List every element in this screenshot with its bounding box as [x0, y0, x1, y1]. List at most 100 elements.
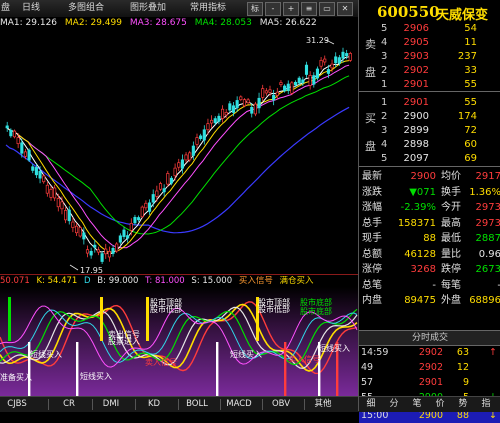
- candle-body: [261, 88, 265, 98]
- tab-cr[interactable]: CR: [52, 398, 86, 411]
- tab-trend[interactable]: 势: [453, 398, 473, 411]
- candle-body: [210, 119, 214, 124]
- ma2-label: MA2: 29.499: [64, 18, 122, 28]
- candle-body: [140, 206, 144, 218]
- tab-other[interactable]: 其他: [306, 398, 340, 411]
- stat-row: 涨停 3268 跌停 2673: [359, 262, 500, 277]
- candle-body: [217, 115, 221, 122]
- indicator-tabs: CJBS CR DMI KD BOLL MACD OBV 其他: [0, 396, 360, 412]
- tab-kd[interactable]: KD: [137, 398, 171, 411]
- level: 4: [381, 139, 388, 150]
- trade-volume: 9: [462, 377, 469, 388]
- stat-label: 总笔: [362, 279, 382, 291]
- candle-body: [155, 190, 159, 197]
- mark-button[interactable]: 标: [247, 2, 263, 16]
- candle-body: [34, 167, 38, 176]
- candle-body: [89, 250, 93, 256]
- candle-body: [85, 249, 90, 254]
- tab-minute[interactable]: 分: [384, 398, 404, 411]
- indicator-signal-label: 股市低部: [150, 304, 182, 314]
- tab-dmi[interactable]: DMI: [94, 398, 128, 411]
- volume: 11: [464, 37, 477, 48]
- candle-body: [12, 130, 17, 138]
- candle-body: [253, 103, 257, 115]
- stat-row: 涨跌 ▼071 换手 1.36%: [359, 185, 500, 200]
- stat-label: 涨跌: [362, 186, 382, 198]
- candle-body: [158, 183, 163, 190]
- ind-value-b: B: 99.000: [97, 276, 139, 286]
- candle-body: [312, 75, 316, 85]
- indicator-signal-label: 短线买入: [318, 343, 350, 353]
- tab-macd[interactable]: MACD: [222, 398, 256, 411]
- candle-body: [151, 194, 155, 203]
- sell-row: 1 2901 55: [359, 78, 500, 92]
- indicator-chart[interactable]: 短线买入短线买入短线买入短线买入准备买入股市顶部股市低部股市顶部股市低部卖出信号…: [0, 287, 358, 396]
- tab-obv[interactable]: OBV: [264, 398, 298, 411]
- ma4-line: [5, 75, 350, 235]
- multi-chart-button[interactable]: 多图组合: [68, 2, 104, 15]
- zoom-out-button[interactable]: -: [265, 2, 281, 16]
- candle-body: [337, 57, 341, 64]
- tab-price[interactable]: 价: [430, 398, 450, 411]
- candle-body: [231, 105, 236, 113]
- candle-body: [191, 145, 195, 156]
- candle-body: [115, 243, 119, 252]
- stat-label: 内盘: [362, 295, 382, 306]
- candle-body: [323, 58, 327, 63]
- window-icon[interactable]: ▭: [319, 2, 335, 16]
- candle-body: [272, 94, 276, 101]
- quote-panel: 600550 天威保变 卖 盘 5 2906 54 4 2905 11 3 2903 237 2 2…: [358, 0, 500, 423]
- candle-body: [315, 68, 320, 79]
- candle-body: [224, 112, 228, 116]
- candle-body: [290, 82, 294, 94]
- ma1-label: MA1: 29.126: [0, 18, 58, 28]
- buy-row: 2 2900 174: [359, 110, 500, 124]
- tab-index[interactable]: 指: [476, 398, 496, 411]
- indicator-button[interactable]: 常用指标: [190, 2, 226, 15]
- stat-label: 跌停: [441, 264, 461, 275]
- indicator-signal-label: 股票进入: [108, 337, 140, 346]
- candle-body: [82, 232, 86, 240]
- candle-body: [133, 216, 137, 224]
- candle-body: [31, 166, 35, 171]
- candle-body: [49, 188, 53, 198]
- price-chart[interactable]: 31.29 17.95: [0, 17, 358, 275]
- stat-value: 2917: [475, 171, 500, 182]
- level: 2: [381, 111, 388, 122]
- stat-label: 外盘: [441, 295, 461, 306]
- menu-icon[interactable]: ≡: [301, 2, 317, 16]
- trade-price: 2902: [418, 347, 443, 358]
- stat-label: 今开: [441, 202, 461, 213]
- stat-row: 总额 46128 量比 0.96: [359, 247, 500, 262]
- candle-body: [345, 53, 349, 57]
- tab-boll[interactable]: BOLL: [180, 398, 214, 411]
- toolbar-menu-item[interactable]: 盘: [1, 2, 10, 15]
- ind-full-buy: 满仓买入: [279, 276, 314, 286]
- candle-body: [20, 142, 24, 154]
- volume: 54: [464, 23, 477, 34]
- tab-divider: [304, 399, 305, 410]
- candle-body: [148, 202, 152, 212]
- zoom-in-button[interactable]: +: [283, 2, 299, 16]
- tab-detail[interactable]: 细: [361, 398, 381, 411]
- ma5-label: MA5: 26.622: [259, 18, 317, 28]
- candle-body: [250, 107, 254, 114]
- stat-value: 2973: [475, 217, 500, 229]
- stat-value: 2973: [475, 202, 500, 213]
- indicator-signal-label: 卖入信号: [145, 357, 177, 367]
- overlay-button[interactable]: 图形叠加: [130, 2, 166, 15]
- tab-cjbs[interactable]: CJBS: [0, 398, 34, 411]
- low-pointer: [69, 264, 79, 271]
- candle-body: [177, 162, 181, 168]
- candle-body: [341, 51, 345, 59]
- chart-toolbar: 盘 日线 多图组合 图形叠加 常用指标 标 - + ≡ ▭ ✕: [0, 0, 358, 18]
- tab-tick[interactable]: 笔: [407, 398, 427, 411]
- indicator-signal-label: 准备买入: [0, 372, 32, 382]
- candle-body: [53, 187, 57, 199]
- candle-body: [348, 53, 352, 61]
- ma3-label: MA3: 28.675: [129, 18, 187, 28]
- ind-value-s: S: 15.000: [191, 276, 233, 286]
- close-icon[interactable]: ✕: [337, 2, 353, 16]
- daily-period-button[interactable]: 日线: [22, 2, 40, 15]
- candle-body: [27, 149, 31, 161]
